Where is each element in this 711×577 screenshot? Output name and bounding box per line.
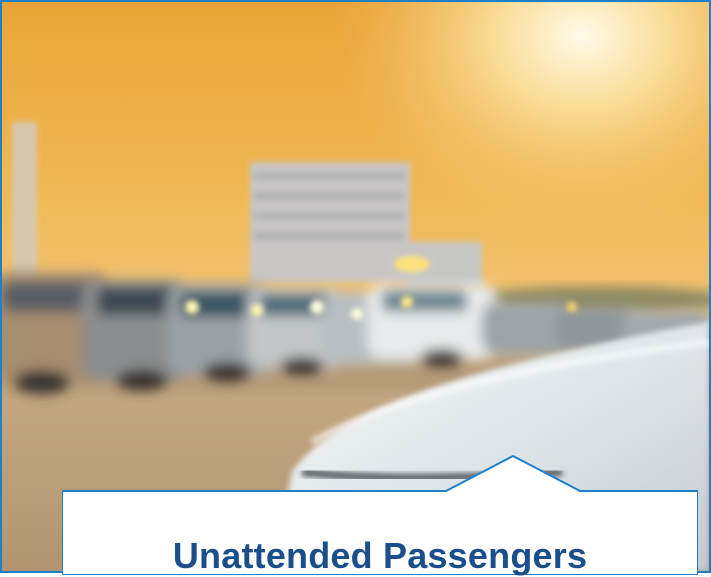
callout-title: Unattended Passengers [172, 535, 588, 576]
callout-box: Unattended Passengers [62, 455, 698, 576]
